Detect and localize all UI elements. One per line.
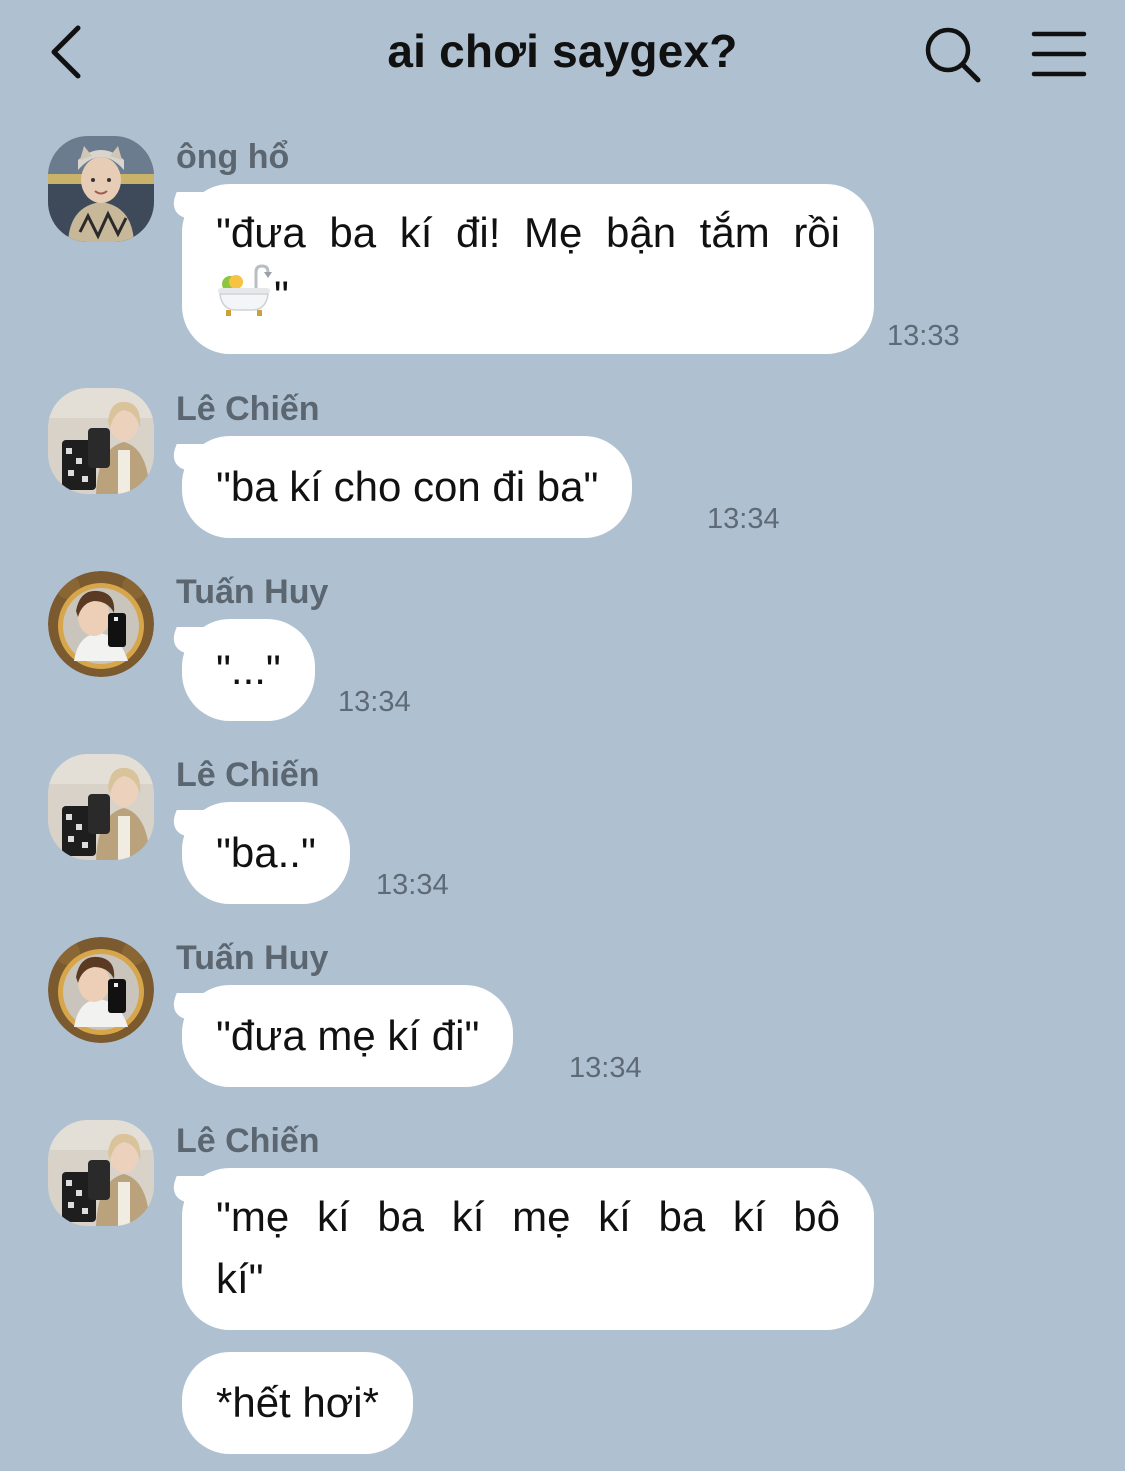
message-group: ông hổ "đưa ba kí đi! Mẹ bận tắm rồi " 1… [0,136,1125,366]
message-group: Lê Chiến "ba.." 13:34 [0,754,1125,914]
message-group: Lê Chiến "ba kí cho con đi ba" 13:34 [0,388,1125,548]
message-text: "ba.." [216,829,316,876]
sender-name: ông hổ [176,138,290,176]
chat-header: ai chơi saygex? [0,0,1125,110]
message-timestamp: 13:34 [569,1052,642,1084]
message-timestamp: 13:34 [338,686,411,718]
message-bubble[interactable]: "..." [182,619,315,721]
avatar-photo-icon [48,1120,154,1226]
message-bubble[interactable]: "ba kí cho con đi ba" [182,436,633,538]
avatar-tuan-huy[interactable] [48,571,154,677]
search-icon [925,27,981,83]
avatar-photo-icon [48,937,154,1043]
message-text-line: " [216,264,840,327]
search-button[interactable] [922,24,984,86]
avatar-photo-icon [48,136,154,242]
message-timestamp: 13:34 [707,503,780,535]
message-timestamp: 13:33 [887,320,960,352]
avatar-photo-icon [48,388,154,494]
avatar-le-chien[interactable] [48,754,154,860]
message-group: Lê Chiến "mẹ kí ba kí mẹ kí ba kí bô kí"… [0,1120,1125,1465]
message-text: *hết hơi* [216,1379,379,1426]
avatar-tuan-huy[interactable] [48,937,154,1043]
sender-name: Lê Chiến [176,756,320,794]
message-bubble[interactable]: "ba.." [182,802,350,904]
avatar-photo-icon [48,754,154,860]
avatar-le-chien[interactable] [48,388,154,494]
message-group: Tuấn Huy "đưa mẹ kí đi" 13:34 [0,937,1125,1097]
hamburger-menu-icon [1031,31,1087,77]
sender-name: Lê Chiến [176,1122,320,1160]
message-text: "đưa mẹ kí đi" [216,1012,480,1059]
message-group: Tuấn Huy "..." 13:34 [0,571,1125,731]
avatar-photo-icon [48,571,154,677]
message-text: "ba kí cho con đi ba" [216,463,599,510]
bathtub-emoji-icon [218,264,272,316]
message-text-end: " [274,272,289,319]
avatar-le-chien[interactable] [48,1120,154,1226]
message-bubble[interactable]: "đưa mẹ kí đi" [182,985,514,1087]
sender-name: Tuấn Huy [176,573,329,611]
message-text-line: kí" [216,1255,264,1302]
message-text: "..." [216,646,281,693]
avatar-ong-ho[interactable] [48,136,154,242]
menu-button[interactable] [1030,28,1088,80]
message-bubble[interactable]: "mẹ kí ba kí mẹ kí ba kí bô kí" [182,1168,874,1330]
message-text: "mẹ kí ba kí mẹ kí ba kí bô [216,1193,840,1240]
sender-name: Lê Chiến [176,390,320,428]
message-text: "đưa ba kí đi! Mẹ bận tắm rồi [216,209,840,256]
message-timestamp: 13:34 [376,869,449,901]
message-bubble-followup[interactable]: *hết hơi* [182,1352,413,1454]
sender-name: Tuấn Huy [176,939,329,977]
message-bubble[interactable]: "đưa ba kí đi! Mẹ bận tắm rồi " [182,184,874,354]
